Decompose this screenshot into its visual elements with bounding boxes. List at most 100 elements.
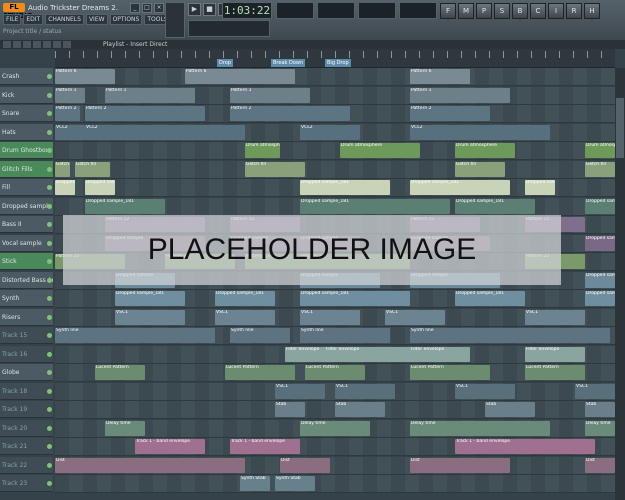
track-enable-led[interactable] — [47, 333, 52, 338]
track-name[interactable]: Bass II — [0, 216, 53, 233]
pattern-clip[interactable]: Dist — [280, 457, 330, 473]
master-volume-slider[interactable] — [165, 2, 185, 38]
track-lane[interactable]: Synth line Synth line Synth line Synth line — [55, 327, 615, 345]
track-name[interactable]: Kick — [0, 86, 53, 104]
pattern-clip[interactable]: VSC1 — [575, 383, 615, 399]
pattern-clip[interactable]: Dropped sample_181 — [215, 291, 275, 306]
pattern-clip[interactable]: VCL2 — [410, 124, 550, 140]
pattern-clip[interactable]: Dropped sample_181 — [300, 198, 450, 214]
pattern-clip[interactable]: Dropped sample_181 — [300, 180, 390, 195]
track-lane[interactable]: VCL2 VCL2 VCL2 VCL2 — [55, 123, 615, 142]
scrollbar-thumb[interactable] — [616, 98, 624, 158]
track-lane[interactable]: Dropped sample_181 Dropped sample_181 Drop… — [55, 179, 615, 197]
pattern-clip[interactable]: Dist — [585, 457, 615, 473]
track-lane[interactable]: Glitch fill Glitch fill Glitch fill Glitch … — [55, 160, 615, 179]
pattern-clip[interactable]: Pattern 6 — [410, 69, 470, 84]
pattern-clip[interactable]: Glitch fill — [75, 161, 110, 177]
pattern-clip[interactable]: Dropped sample_181 — [525, 180, 555, 195]
track-enable-led[interactable] — [47, 148, 52, 153]
track-enable-led[interactable] — [47, 388, 52, 394]
slice-tool-icon[interactable] — [43, 41, 51, 48]
draw-tool-icon[interactable] — [3, 41, 11, 48]
track-name[interactable]: Track 22 — [0, 456, 53, 474]
track-name[interactable]: Track 19 — [0, 401, 53, 418]
pattern-clip[interactable]: Synth line — [300, 328, 390, 343]
pattern-clip[interactable]: Dropped sample_181 — [455, 198, 535, 214]
toggle-button[interactable]: M — [458, 3, 474, 19]
timeline-ruler[interactable]: Drop Break Down Big Drop — [55, 49, 615, 68]
pattern-clip[interactable]: Drum atmosphere — [340, 143, 420, 158]
pattern-clip[interactable]: VSC1 — [300, 309, 360, 325]
toggle-button[interactable]: F — [440, 3, 456, 19]
play-button[interactable]: ▶ — [188, 3, 201, 16]
track-lane[interactable]: Pattern 1 Pattern 1 Pattern 1 Pattern 1 — [55, 86, 615, 105]
track-enable-led[interactable] — [47, 370, 52, 375]
track-name[interactable]: Risers — [0, 308, 53, 326]
pattern-clip[interactable]: Delay time — [300, 420, 370, 436]
track-enable-led[interactable] — [47, 296, 52, 301]
tempo-panel[interactable] — [188, 20, 270, 37]
pattern-clip[interactable]: Pattern 2 — [85, 106, 205, 121]
pattern-clip[interactable]: Glitch fill — [455, 161, 505, 177]
track-enable-led[interactable] — [47, 351, 52, 357]
pattern-clip[interactable]: VSC1 — [275, 383, 325, 399]
pattern-clip[interactable]: VCL2 — [55, 124, 85, 140]
pattern-clip[interactable]: Drum atmosphere — [245, 143, 280, 158]
track-name[interactable]: Crash — [0, 68, 53, 85]
track-lane[interactable]: Dropped sample_181 Dropped sample_181 Drop… — [55, 197, 615, 216]
menu-options[interactable]: OPTIONS — [109, 14, 143, 25]
pattern-clip[interactable]: Dropped sample — [585, 272, 615, 288]
menu-edit[interactable]: EDIT — [23, 14, 44, 25]
pattern-clip[interactable]: Dropped sample_181 — [410, 180, 510, 195]
pattern-clip[interactable]: Pattern 2 — [230, 106, 350, 121]
pattern-clip[interactable]: VCL2 — [300, 124, 360, 140]
pattern-clip[interactable]: Synth line — [410, 328, 610, 343]
paint-tool-icon[interactable] — [13, 41, 21, 48]
pattern-clip[interactable]: Dropped sample_181 — [300, 291, 410, 306]
menu-channels[interactable]: CHANNELS — [45, 14, 84, 25]
pattern-clip[interactable]: VCL2 — [85, 124, 245, 140]
track-enable-led[interactable] — [47, 259, 52, 264]
delete-tool-icon[interactable] — [23, 41, 31, 48]
toggle-button[interactable]: I — [548, 3, 564, 19]
pattern-clip[interactable]: Stab — [485, 402, 535, 417]
track-name[interactable]: Synth — [0, 290, 53, 307]
toggle-button[interactable]: B — [512, 3, 528, 19]
track-lane[interactable]: Track 1 - band envelope Track 1 - band en… — [55, 438, 615, 456]
track-lane[interactable]: Delay time Delay time Delay time Delay time — [55, 419, 615, 438]
track-enable-led[interactable] — [47, 407, 52, 412]
track-enable-led[interactable] — [47, 444, 52, 449]
pattern-clip[interactable]: Dropped sample_181 — [55, 180, 75, 195]
pattern-clip[interactable]: Lucent Pattern — [525, 365, 585, 380]
select-tool-icon[interactable] — [53, 41, 61, 48]
pattern-clip[interactable]: Synth Stab — [240, 476, 270, 491]
track-lane[interactable]: Drum atmosphere Drum atmosphere Drum atmos… — [55, 142, 615, 160]
track-enable-led[interactable] — [47, 111, 52, 116]
pattern-clip[interactable]: Pattern 2 — [410, 106, 490, 121]
track-enable-led[interactable] — [47, 185, 52, 190]
track-name[interactable]: Drum Ghostbox — [0, 142, 53, 159]
track-name[interactable]: Track 18 — [0, 382, 53, 400]
pattern-clip[interactable]: Drum atmosphere — [455, 143, 515, 158]
pattern-clip[interactable]: Filter envelope — [410, 346, 470, 362]
toggle-button[interactable]: C — [530, 3, 546, 19]
track-lane[interactable]: VSC1 VSC1 VSC1 VSC1 — [55, 382, 615, 401]
pattern-clip[interactable]: Pattern 1 — [410, 87, 510, 103]
pattern-clip[interactable]: VSC1 — [455, 383, 515, 399]
pattern-clip[interactable]: Pattern 2 — [55, 106, 80, 121]
pattern-clip[interactable]: VSC1 — [525, 309, 585, 325]
pattern-clip[interactable]: VSC1 — [385, 309, 445, 325]
pattern-clip[interactable]: Synth Stab — [275, 476, 315, 491]
pattern-clip[interactable]: Dropped sample_181 — [85, 198, 165, 214]
pattern-clip[interactable]: Lucent Pattern — [225, 365, 295, 380]
track-enable-led[interactable] — [47, 166, 52, 172]
track-name[interactable]: Snare — [0, 105, 53, 122]
track-name[interactable]: Fill — [0, 179, 53, 196]
track-enable-led[interactable] — [47, 222, 52, 227]
toggle-button[interactable]: P — [476, 3, 492, 19]
pattern-clip[interactable]: Pattern 6 — [55, 69, 115, 84]
track-enable-led[interactable] — [47, 203, 52, 209]
track-lane[interactable]: Pattern 2 Pattern 2 Pattern 2 Pattern 2 — [55, 105, 615, 123]
vertical-scrollbar[interactable] — [615, 68, 625, 500]
track-enable-led[interactable] — [47, 92, 52, 98]
